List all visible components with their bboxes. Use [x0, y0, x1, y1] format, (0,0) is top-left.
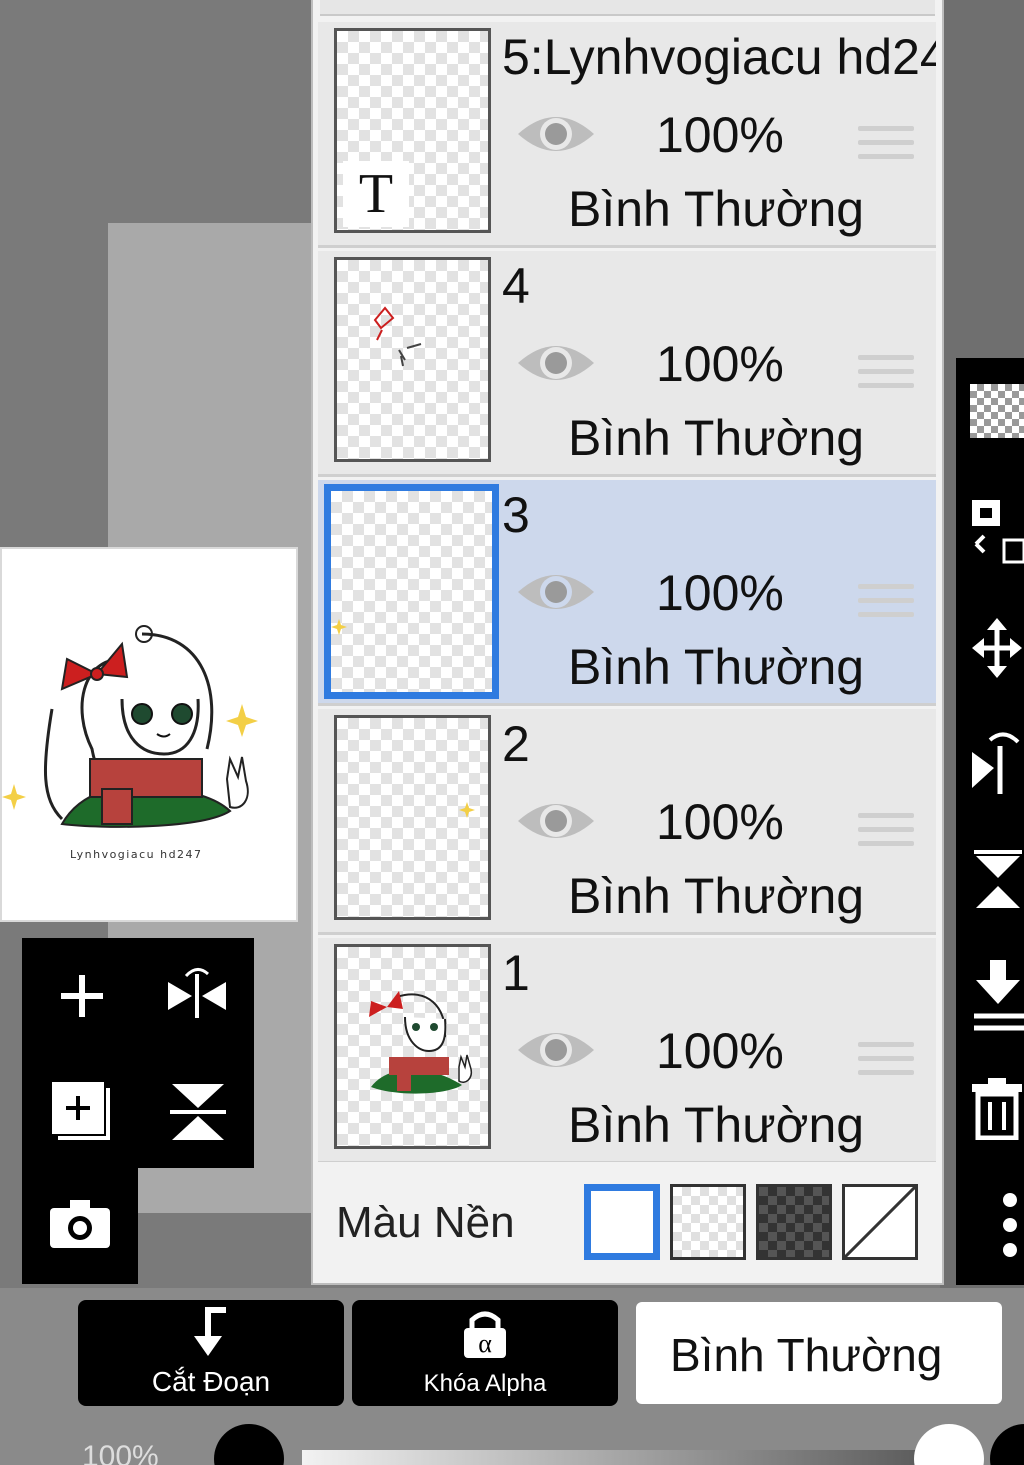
layer-blend-mode: Bình Thường — [568, 639, 865, 695]
drag-handle-icon[interactable] — [858, 126, 914, 168]
drag-handle-icon[interactable] — [858, 355, 914, 397]
layer-blend-mode: Bình Thường — [568, 410, 865, 466]
delete-icon[interactable] — [970, 1076, 1024, 1145]
drag-handle-icon[interactable] — [858, 584, 914, 626]
layer-thumbnail[interactable]: T — [334, 28, 491, 233]
svg-text:α: α — [478, 1329, 492, 1358]
layer-row-partial[interactable] — [320, 0, 935, 16]
layer-row[interactable]: 1 100% Bình Thường — [318, 938, 936, 1164]
layer-blend-mode: Bình Thường — [568, 181, 865, 237]
layer-thumbnail[interactable] — [334, 715, 491, 920]
background-color-row: Màu Nền — [318, 1162, 936, 1280]
layer-thumbnail[interactable] — [334, 944, 491, 1149]
eye-icon[interactable] — [516, 110, 596, 163]
layer-opacity: 100% — [656, 1023, 784, 1079]
blend-mode-button[interactable]: Bình Thường — [636, 1302, 1002, 1404]
camera-icon[interactable] — [48, 1196, 112, 1252]
drag-handle-icon[interactable] — [858, 813, 914, 855]
layer-name: 5:Lynhvogiacu hd247 — [502, 29, 936, 85]
right-toolbar — [956, 358, 1024, 1285]
layer-row[interactable]: 2 100% Bình Thường — [318, 709, 936, 935]
layer-row[interactable]: 4 100% Bình Thường — [318, 251, 936, 477]
cut-button[interactable]: Cắt Đoạn — [78, 1300, 344, 1406]
layer-name: 4 — [502, 258, 530, 314]
opacity-slider[interactable] — [302, 1450, 952, 1465]
zoom-value: 100% — [82, 1440, 159, 1465]
layer-opacity: 100% — [656, 336, 784, 392]
layer-thumbnail[interactable] — [324, 484, 499, 699]
blend-mode-label: Bình Thường — [670, 1329, 943, 1381]
preview-drawing — [2, 625, 258, 828]
layer-row-selected[interactable]: 3 100% Bình Thường — [318, 480, 936, 706]
text-layer-glyph: T — [343, 161, 409, 227]
flip-vertical-icon[interactable] — [970, 846, 1024, 921]
duplicate-layer-icon[interactable] — [48, 1078, 114, 1144]
layer-name: 3 — [502, 487, 530, 543]
bg-light-checker-swatch[interactable] — [670, 1184, 746, 1260]
move-icon[interactable] — [970, 616, 1024, 685]
eye-icon[interactable] — [516, 339, 596, 392]
left-toolbar — [22, 938, 254, 1168]
flip-horizontal-icon[interactable] — [162, 960, 232, 1030]
background-color-label: Màu Nền — [336, 1198, 515, 1247]
eye-icon[interactable] — [516, 797, 596, 850]
select-layer-icon[interactable] — [970, 496, 1024, 571]
merge-down-icon[interactable] — [970, 958, 1024, 1039]
eye-icon[interactable] — [516, 1026, 596, 1079]
left-toolbar-bottom — [22, 1166, 138, 1284]
flip-icon[interactable] — [970, 728, 1024, 803]
layer-opacity: 100% — [656, 565, 784, 621]
layer-name: 1 — [502, 945, 530, 1001]
bg-none-swatch[interactable] — [842, 1184, 918, 1260]
layer-blend-mode: Bình Thường — [568, 868, 865, 924]
layer-opacity: 100% — [656, 107, 784, 163]
layer-thumbnail[interactable] — [334, 257, 491, 462]
bg-white-swatch[interactable] — [584, 1184, 660, 1260]
canvas-preview — [0, 547, 298, 922]
lock-icon: α — [464, 1311, 506, 1358]
flip-vertical-icon[interactable] — [162, 1076, 232, 1146]
bg-dark-checker-swatch[interactable] — [756, 1184, 832, 1260]
layer-opacity: 100% — [656, 794, 784, 850]
eye-icon[interactable] — [516, 568, 596, 621]
clip-arrow-icon — [194, 1307, 226, 1356]
add-layer-icon[interactable] — [52, 966, 112, 1026]
layer-name: 2 — [502, 716, 530, 772]
transparency-icon[interactable] — [970, 384, 1024, 438]
alpha-lock-button[interactable]: α Khóa Alpha — [352, 1300, 618, 1406]
cut-button-label: Cắt Đoạn — [151, 1366, 271, 1397]
drag-handle-icon[interactable] — [858, 1042, 914, 1084]
preview-caption: Lynhvogiacu hd247 — [70, 848, 203, 861]
alpha-lock-label: Khóa Alpha — [423, 1370, 547, 1397]
layer-blend-mode: Bình Thường — [568, 1097, 865, 1153]
more-options-icon[interactable] — [970, 1190, 1024, 1265]
layer-row[interactable]: T 5:Lynhvogiacu hd247 100% Bình Thường — [318, 22, 936, 248]
